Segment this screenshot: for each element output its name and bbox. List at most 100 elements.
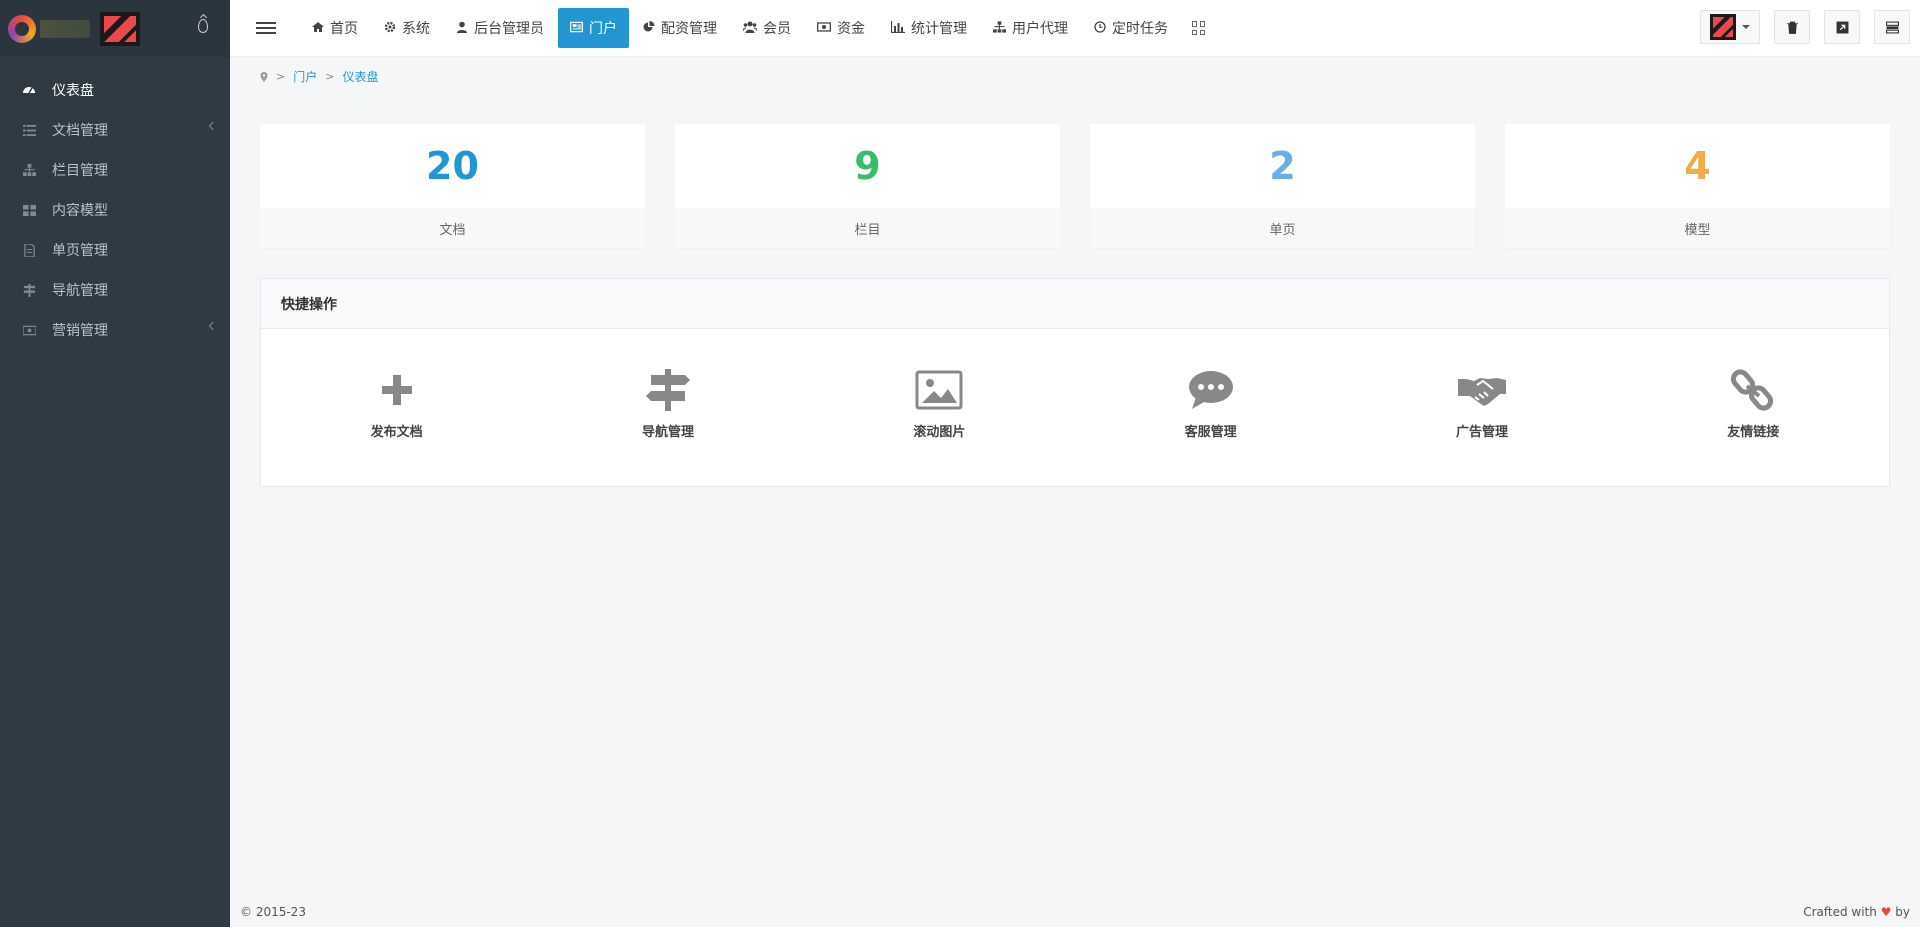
- chevron-left-icon: [208, 121, 218, 131]
- bar-chart-icon: [890, 20, 905, 36]
- crafted-suffix: by: [1895, 905, 1910, 919]
- sidebar-item-columns[interactable]: 栏目管理: [0, 150, 230, 190]
- gear-icon: [384, 21, 396, 36]
- breadcrumb-separator: >: [325, 69, 335, 83]
- stat-value: 2: [1269, 144, 1296, 188]
- nav-item-label: 后台管理员: [474, 21, 544, 37]
- user-icon: [456, 21, 468, 36]
- copyright-text: © 2015-23: [240, 905, 306, 919]
- user-menu-button[interactable]: [1700, 10, 1760, 44]
- quick-action-friend-links[interactable]: 友情链接: [1618, 367, 1889, 440]
- stat-card-models[interactable]: 4 模型: [1505, 124, 1890, 248]
- brand-mark-icon: [100, 11, 140, 46]
- chat-icon: [1188, 371, 1233, 409]
- sidebar-item-models[interactable]: 内容模型: [0, 190, 230, 230]
- sidebar-item-label: 栏目管理: [52, 163, 108, 179]
- stat-label: 模型: [1505, 208, 1890, 248]
- users-icon: [742, 21, 758, 36]
- signpost-icon: [645, 369, 690, 411]
- nav-item-label: 资金: [837, 21, 865, 37]
- chevron-left-icon: [208, 321, 218, 331]
- quick-action-publish-document[interactable]: 发布文档: [261, 367, 532, 440]
- settings-panel-button[interactable]: [1874, 10, 1910, 44]
- sitemap-icon: [993, 20, 1006, 36]
- theme-drop-icon[interactable]: [198, 19, 208, 33]
- stat-value: 9: [854, 144, 881, 188]
- nav-item-label: 门户: [589, 21, 617, 37]
- newspaper-icon: [570, 21, 583, 36]
- stat-label: 文档: [260, 208, 645, 248]
- quick-action-advertising[interactable]: 广告管理: [1346, 367, 1617, 440]
- stat-label: 栏目: [675, 208, 1060, 248]
- quick-action-label: 友情链接: [1727, 425, 1780, 440]
- quick-action-customer-service[interactable]: 客服管理: [1075, 367, 1346, 440]
- stat-label: 单页: [1090, 208, 1475, 248]
- nav-item-label: 定时任务: [1112, 21, 1168, 37]
- sidebar-item-label: 单页管理: [52, 243, 108, 259]
- nav-funding[interactable]: 配资管理: [631, 8, 729, 48]
- sidebar-item-pages[interactable]: 单页管理: [0, 230, 230, 270]
- link-icon: [1731, 369, 1774, 411]
- sidebar-item-dashboard[interactable]: 仪表盘: [0, 70, 230, 110]
- nav-scheduled-tasks[interactable]: 定时任务: [1082, 8, 1180, 48]
- file-icon: [22, 243, 36, 257]
- quick-action-label: 广告管理: [1455, 425, 1508, 440]
- nav-home[interactable]: 首页: [300, 8, 370, 48]
- breadcrumb-link-dashboard[interactable]: 仪表盘: [342, 68, 378, 85]
- money-icon: [817, 21, 831, 36]
- money-icon: [22, 323, 36, 337]
- dashboard-icon: [22, 83, 36, 97]
- sidebar-item-navigation[interactable]: 导航管理: [0, 270, 230, 310]
- nav-portal[interactable]: 门户: [558, 8, 629, 48]
- nav-item-label: 用户代理: [1012, 21, 1068, 37]
- plus-icon: [381, 375, 412, 405]
- stat-card-columns[interactable]: 9 栏目: [675, 124, 1060, 248]
- nav-system[interactable]: 系统: [372, 8, 442, 48]
- quick-action-carousel-images[interactable]: 滚动图片: [804, 367, 1075, 440]
- nav-members[interactable]: 会员: [731, 8, 803, 48]
- nav-item-label: 统计管理: [911, 21, 967, 37]
- sidebar-item-label: 仪表盘: [52, 83, 94, 99]
- breadcrumb-link-portal[interactable]: 门户: [293, 68, 317, 85]
- sidebar-header: [0, 0, 230, 57]
- topbar-actions: [1700, 10, 1910, 44]
- brand-logo-icon[interactable]: [8, 14, 36, 43]
- server-icon: [1885, 21, 1899, 33]
- external-link-icon: [1836, 21, 1848, 33]
- top-navbar: 首页 系统 后台管理员 门户 配资管理 会员 资金 统计管理 用户代理 定时任务: [230, 0, 1920, 57]
- caret-down-icon: [1742, 25, 1750, 29]
- signpost-icon: [22, 283, 36, 297]
- home-icon: [312, 21, 324, 36]
- quick-actions-panel: 快捷操作 发布文档 导航管理 滚动图片 客服管理 广告管理 友情链接: [260, 278, 1890, 487]
- fullscreen-button[interactable]: [1824, 10, 1860, 44]
- nav-item-label: 首页: [330, 21, 358, 37]
- sitemap-icon: [22, 163, 36, 177]
- handshake-icon: [1457, 378, 1506, 406]
- sidebar-menu: 仪表盘 文档管理 栏目管理 内容模型 单页管理 导航管理 营销管理: [0, 57, 230, 350]
- menu-toggle-icon[interactable]: [256, 22, 276, 34]
- clear-cache-button[interactable]: [1774, 10, 1810, 44]
- sidebar: 仪表盘 文档管理 栏目管理 内容模型 单页管理 导航管理 营销管理: [0, 0, 230, 927]
- nav-item-label: 会员: [763, 21, 791, 37]
- map-marker-icon: [260, 71, 268, 82]
- nav-agents[interactable]: 用户代理: [981, 8, 1080, 48]
- nav-statistics[interactable]: 统计管理: [879, 8, 979, 48]
- sidebar-item-marketing[interactable]: 营销管理: [0, 310, 230, 350]
- nav-admins[interactable]: 后台管理员: [444, 8, 556, 48]
- quick-action-label: 导航管理: [641, 425, 694, 440]
- sidebar-item-label: 导航管理: [52, 283, 108, 299]
- stat-card-documents[interactable]: 20 文档: [260, 124, 645, 248]
- sidebar-item-label: 文档管理: [52, 123, 108, 139]
- apps-grid-icon[interactable]: [1192, 21, 1206, 35]
- brand-logo-text: [40, 19, 90, 38]
- stat-value: 20: [426, 144, 479, 188]
- nav-item-label: 系统: [402, 21, 430, 37]
- stat-card-pages[interactable]: 2 单页: [1090, 124, 1475, 248]
- crafted-text: Crafted with ♥ by: [1803, 905, 1910, 919]
- image-icon: [915, 370, 963, 410]
- panel-title: 快捷操作: [261, 279, 1889, 329]
- sidebar-item-documents[interactable]: 文档管理: [0, 110, 230, 150]
- footer: © 2015-23 Crafted with ♥ by: [230, 897, 1920, 927]
- nav-funds[interactable]: 资金: [805, 8, 877, 48]
- quick-action-navigation[interactable]: 导航管理: [532, 367, 803, 440]
